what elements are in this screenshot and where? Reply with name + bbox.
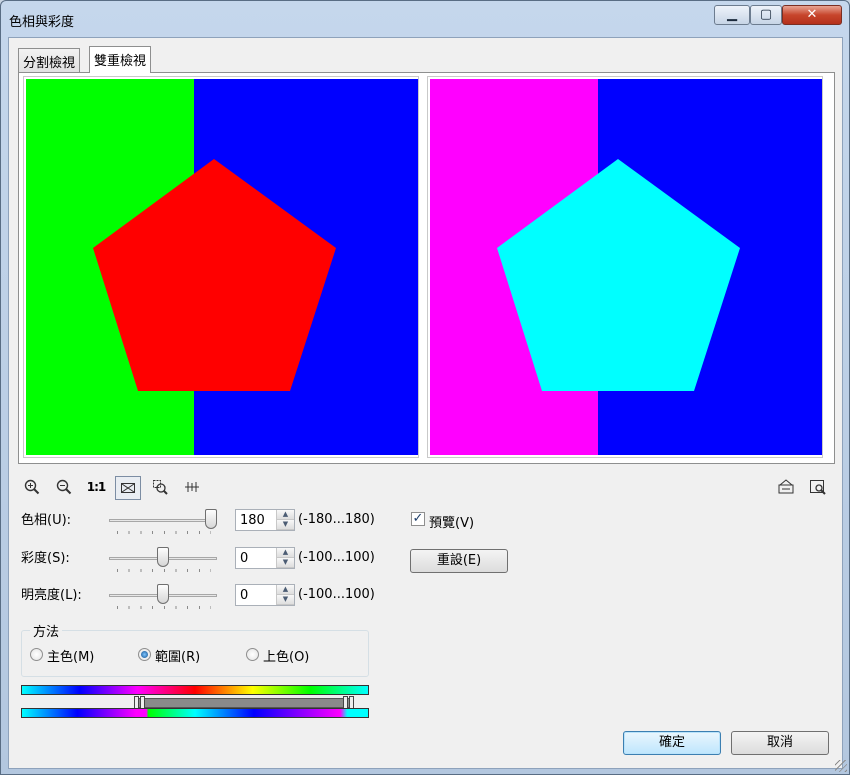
hue-slider-ticks [117,531,211,534]
window-title: 色相與彩度 [9,15,75,30]
after-image [430,79,822,455]
tab-split-view[interactable]: 分割檢視 [18,48,81,72]
zoom-out-button[interactable] [51,476,77,500]
hue-range-selection[interactable] [137,698,352,708]
close-button[interactable]: ✕ [782,5,842,25]
hue-label: 色相(U): [21,513,72,528]
zoom-out-icon [56,479,72,495]
minimize-icon: ▁ [727,7,737,22]
fit-window-icon [121,483,135,493]
hue-range: (-180...180) [298,512,375,527]
layout-button[interactable] [773,476,799,500]
ok-button[interactable]: 確定 [623,731,721,755]
saturation-spinbox[interactable]: 0 ▲ ▼ [235,547,295,569]
lightness-slider-thumb[interactable] [157,584,169,604]
hue-slider-track [109,519,217,522]
zoom-in-button[interactable] [19,476,45,500]
radio-colorize-label[interactable]: 上色(O) [263,646,309,665]
hue-spinbox[interactable]: 180 ▲ ▼ [235,509,295,531]
lightness-value[interactable]: 0 [240,588,248,603]
method-legend: 方法 [30,621,63,640]
radio-range[interactable] [138,648,151,661]
method-group: 方法 主色(M) 範圍(R) 上色(O) [21,621,369,677]
maximize-icon: ▢ [759,7,773,22]
saturation-slider[interactable] [109,547,219,572]
saturation-slider-thumb[interactable] [157,547,169,567]
preview-area [18,72,835,464]
dialog-client: 分割檢視 雙重檢視 1:1 色相(U): 180 ▲ ▼ (-180...180… [8,37,843,769]
lightness-label: 明亮度(L): [21,588,82,603]
checkmark-icon: ✓ [412,511,424,526]
zoom-tool-icon [153,480,168,495]
spin-up-icon[interactable]: ▲ [277,585,294,595]
actual-size-button[interactable]: 1:1 [83,476,109,500]
hue-saturation-dialog: 色相與彩度 ▁ ▢ ✕ 分割檢視 雙重檢視 1:1 色相(U): 180 ▲ ▼… [0,0,850,775]
lightness-slider-ticks [117,606,211,609]
close-icon: ✕ [806,7,818,22]
after-preview[interactable] [427,76,823,458]
lightness-range: (-100...100) [298,587,375,602]
title-bar[interactable]: 色相與彩度 ▁ ▢ ✕ [1,1,849,37]
spin-down-icon[interactable]: ▼ [277,520,294,530]
spin-down-icon[interactable]: ▼ [277,558,294,568]
radio-colorize[interactable] [246,648,259,661]
before-preview[interactable] [23,76,419,458]
minimize-button[interactable]: ▁ [714,5,750,25]
resize-grip-icon[interactable] [835,760,847,772]
preview-checkbox[interactable]: ✓ [411,512,425,526]
saturation-range: (-100...100) [298,550,375,565]
saturation-label: 彩度(S): [21,551,70,566]
spin-up-icon[interactable]: ▲ [277,548,294,558]
hue-value[interactable]: 180 [240,513,265,528]
pan-icon [185,482,199,492]
spin-up-icon[interactable]: ▲ [277,510,294,520]
radio-master[interactable] [30,648,43,661]
zoom-tool-button[interactable] [147,476,173,500]
pan-button[interactable] [179,476,205,500]
preview-window-icon [810,480,826,495]
lightness-spin-buttons[interactable]: ▲ ▼ [276,585,294,605]
maximize-button[interactable]: ▢ [750,5,782,25]
spin-down-icon[interactable]: ▼ [277,595,294,605]
result-hue-bar [21,708,369,718]
preview-checkbox-label[interactable]: 預覽(V) [429,512,474,531]
saturation-spin-buttons[interactable]: ▲ ▼ [276,548,294,568]
before-image [26,79,418,455]
hue-spin-buttons[interactable]: ▲ ▼ [276,510,294,530]
cancel-button[interactable]: 取消 [731,731,829,755]
radio-range-label[interactable]: 範圍(R) [155,646,200,665]
saturation-value[interactable]: 0 [240,551,248,566]
lightness-slider[interactable] [109,584,219,609]
reset-button[interactable]: 重設(E) [410,549,508,573]
source-hue-bar [21,685,369,695]
zoom-in-icon [24,479,40,495]
preview-window-button[interactable] [805,476,831,500]
saturation-slider-ticks [117,569,211,572]
fit-window-button[interactable] [115,476,141,500]
lightness-spinbox[interactable]: 0 ▲ ▼ [235,584,295,606]
hue-slider[interactable] [109,509,219,534]
tab-dual-view[interactable]: 雙重檢視 [89,46,152,73]
layout-icon [778,479,794,494]
hue-slider-thumb[interactable] [205,509,217,529]
radio-master-label[interactable]: 主色(M) [47,646,94,665]
